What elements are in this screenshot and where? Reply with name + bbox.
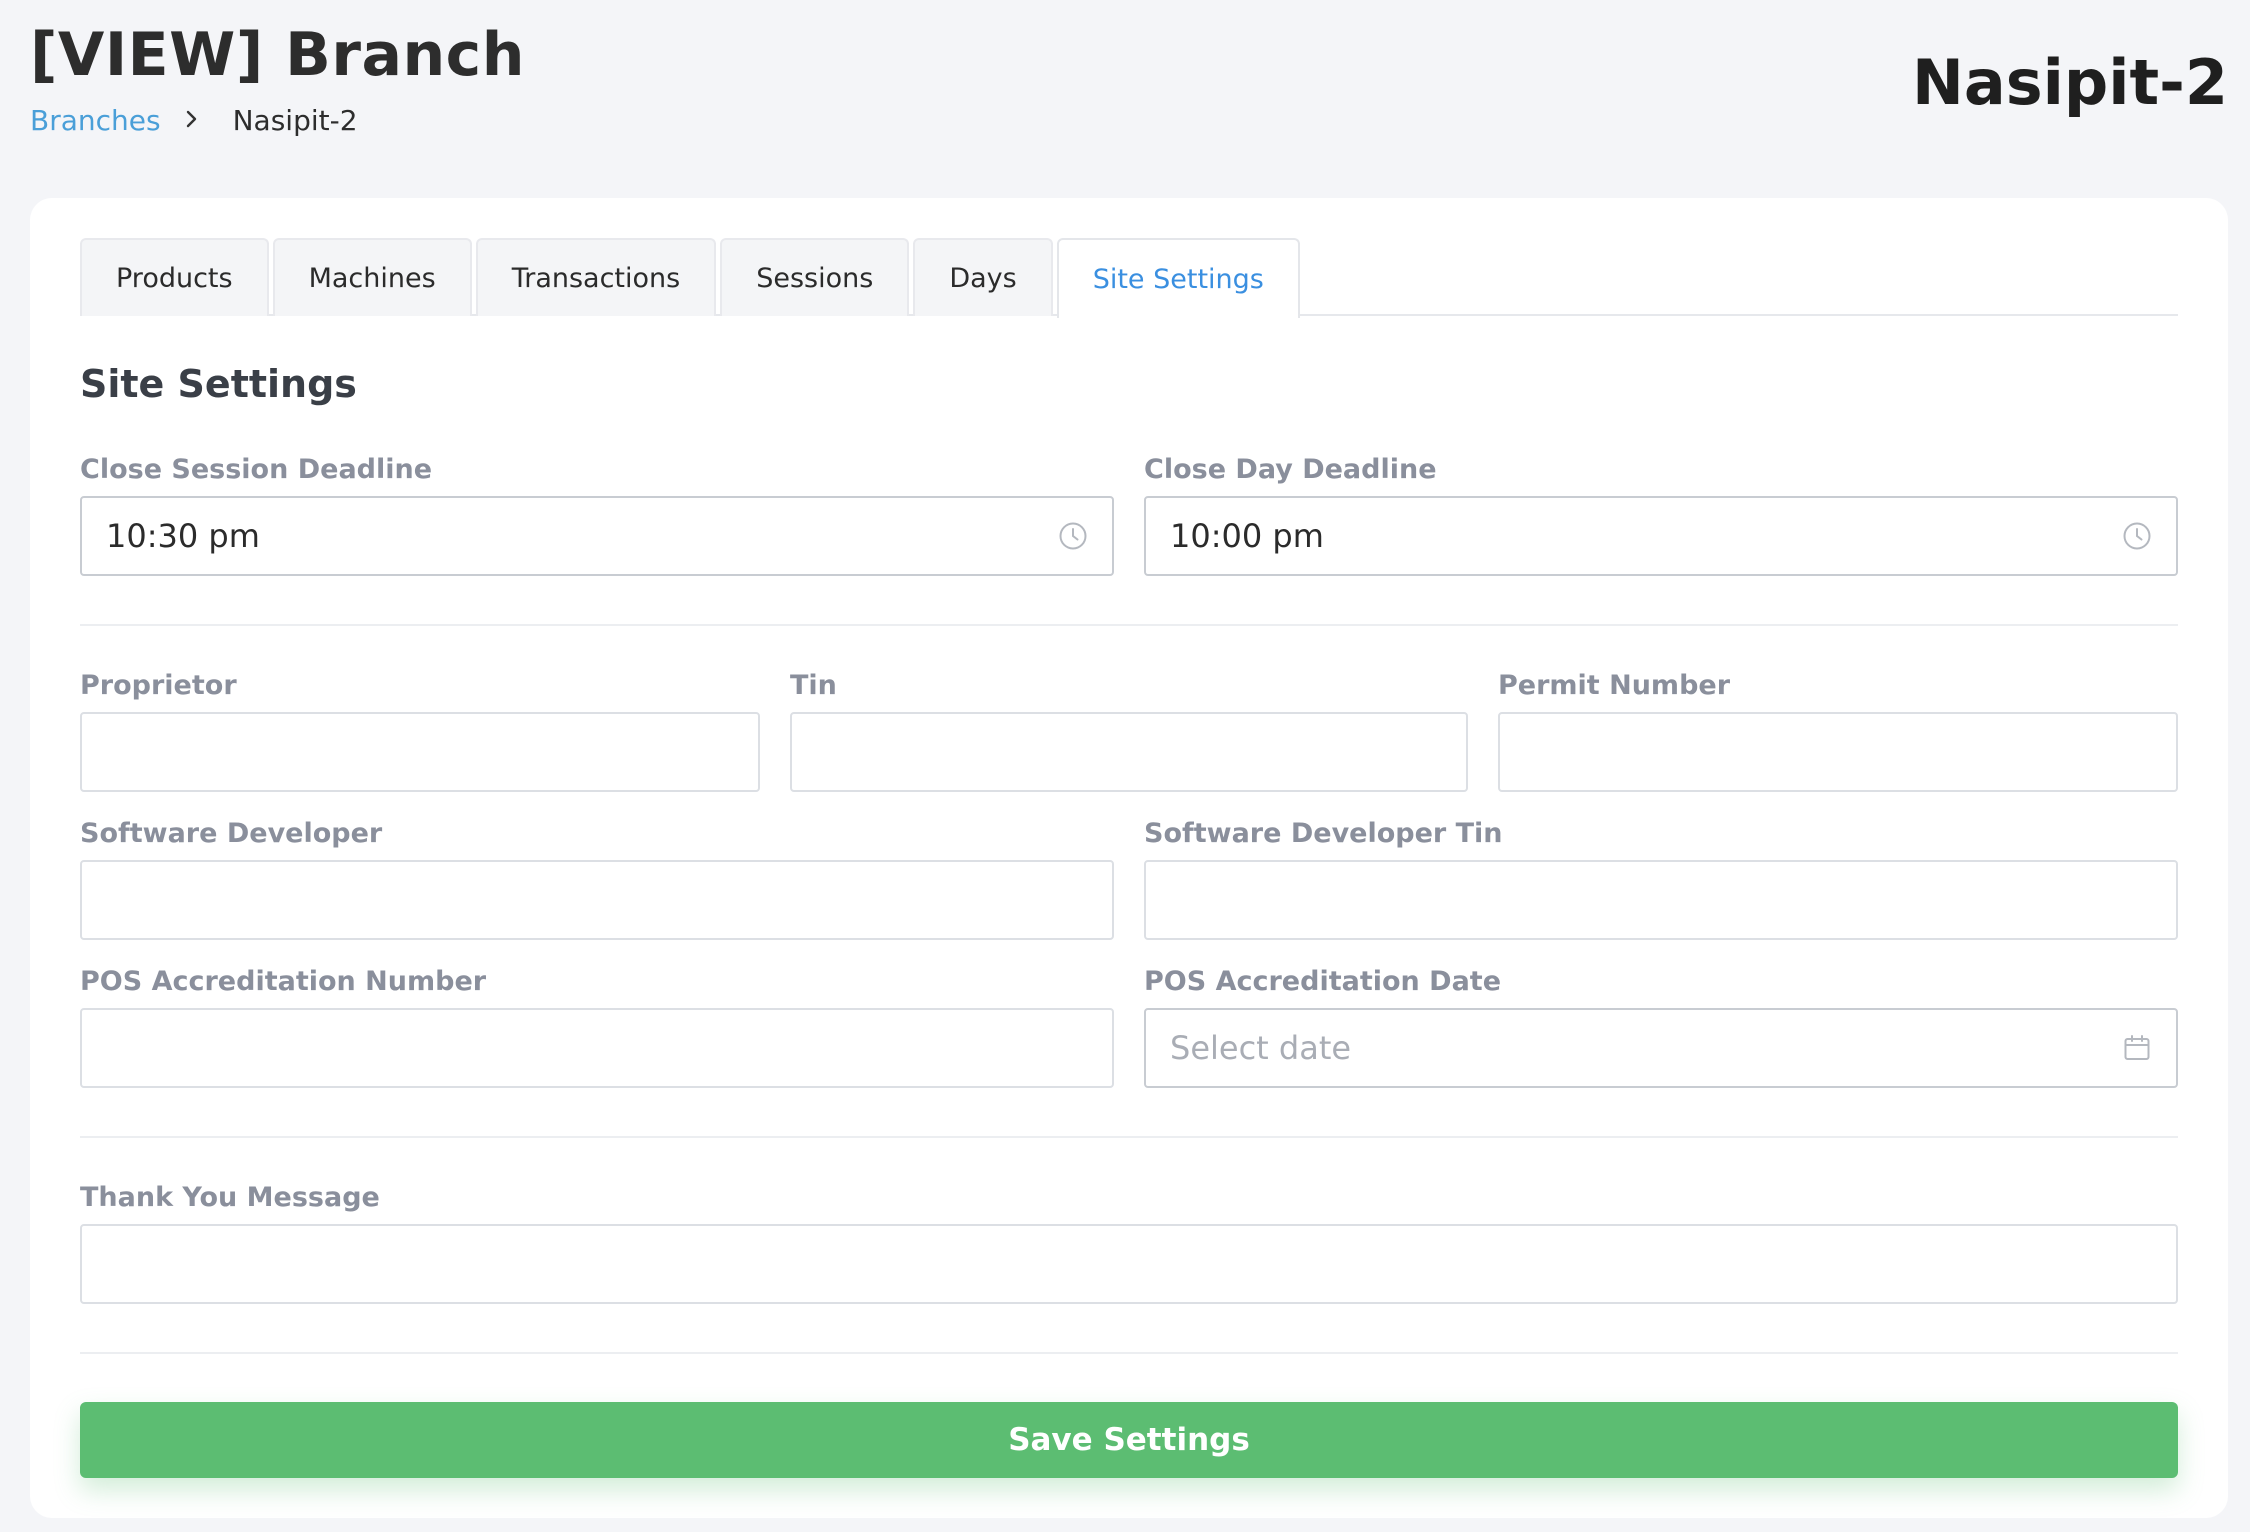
breadcrumb-link-branches[interactable]: Branches <box>30 104 161 137</box>
tab-label: Transactions <box>511 262 681 294</box>
pos-accreditation-date-picker[interactable]: Select date <box>1144 1008 2178 1088</box>
software-developer-input[interactable] <box>80 860 1114 940</box>
software-developer-tin-label: Software Developer Tin <box>1144 818 1503 849</box>
tab-label: Site Settings <box>1092 263 1264 295</box>
pos-accreditation-date-label: POS Accreditation Date <box>1144 966 1502 997</box>
close-day-deadline-label: Close Day Deadline <box>1144 454 1437 485</box>
tab-days[interactable]: Days <box>913 238 1053 316</box>
tab-site-settings[interactable]: Site Settings <box>1056 238 1300 318</box>
tab-products[interactable]: Products <box>80 238 269 316</box>
pos-accreditation-date-placeholder: Select date <box>1170 1029 1352 1067</box>
tab-label: Machines <box>308 262 436 294</box>
software-developer-tin-input[interactable] <box>1144 860 2178 940</box>
divider <box>80 1136 2178 1138</box>
divider <box>80 624 2178 626</box>
close-day-deadline-value: 10:00 pm <box>1170 517 1324 555</box>
tin-label: Tin <box>790 670 837 701</box>
close-session-deadline-input[interactable]: 10:30 pm <box>80 496 1114 576</box>
close-day-deadline-input[interactable]: 10:00 pm <box>1144 496 2178 576</box>
thank-you-message-input[interactable] <box>80 1224 2178 1304</box>
pos-accreditation-number-label: POS Accreditation Number <box>80 966 487 997</box>
proprietor-input[interactable] <box>80 712 760 792</box>
tab-label: Days <box>949 262 1017 294</box>
clock-icon <box>2122 521 2152 551</box>
permit-number-input[interactable] <box>1498 712 2178 792</box>
chevron-right-icon <box>185 106 199 136</box>
tab-machines[interactable]: Machines <box>272 238 472 316</box>
tab-transactions[interactable]: Transactions <box>475 238 717 316</box>
breadcrumb-current: Nasipit-2 <box>232 104 358 137</box>
close-session-deadline-label: Close Session Deadline <box>80 454 433 485</box>
save-settings-button[interactable]: Save Settings <box>80 1402 2178 1478</box>
pos-accreditation-number-input[interactable] <box>80 1008 1114 1088</box>
permit-number-label: Permit Number <box>1498 670 1731 701</box>
tin-input[interactable] <box>790 712 1468 792</box>
proprietor-label: Proprietor <box>80 670 237 701</box>
page: [VIEW] Branch Branches Nasipit-2 Nasipit… <box>0 0 2250 1532</box>
software-developer-label: Software Developer <box>80 818 383 849</box>
divider <box>80 1352 2178 1354</box>
tab-bar: Products Machines Transactions Sessions … <box>80 238 2178 318</box>
section-title: Site Settings <box>80 362 357 406</box>
settings-card: Products Machines Transactions Sessions … <box>30 198 2228 1518</box>
page-title: [VIEW] Branch <box>30 20 525 90</box>
save-settings-label: Save Settings <box>1008 1422 1250 1458</box>
branch-name: Nasipit-2 <box>1911 46 2228 119</box>
thank-you-message-label: Thank You Message <box>80 1182 380 1213</box>
tab-sessions[interactable]: Sessions <box>720 238 910 316</box>
clock-icon <box>1058 521 1088 551</box>
close-session-deadline-value: 10:30 pm <box>106 517 260 555</box>
tab-label: Sessions <box>756 262 874 294</box>
calendar-icon <box>2122 1033 2152 1063</box>
tab-label: Products <box>116 262 233 294</box>
breadcrumb: Branches Nasipit-2 <box>30 104 358 137</box>
